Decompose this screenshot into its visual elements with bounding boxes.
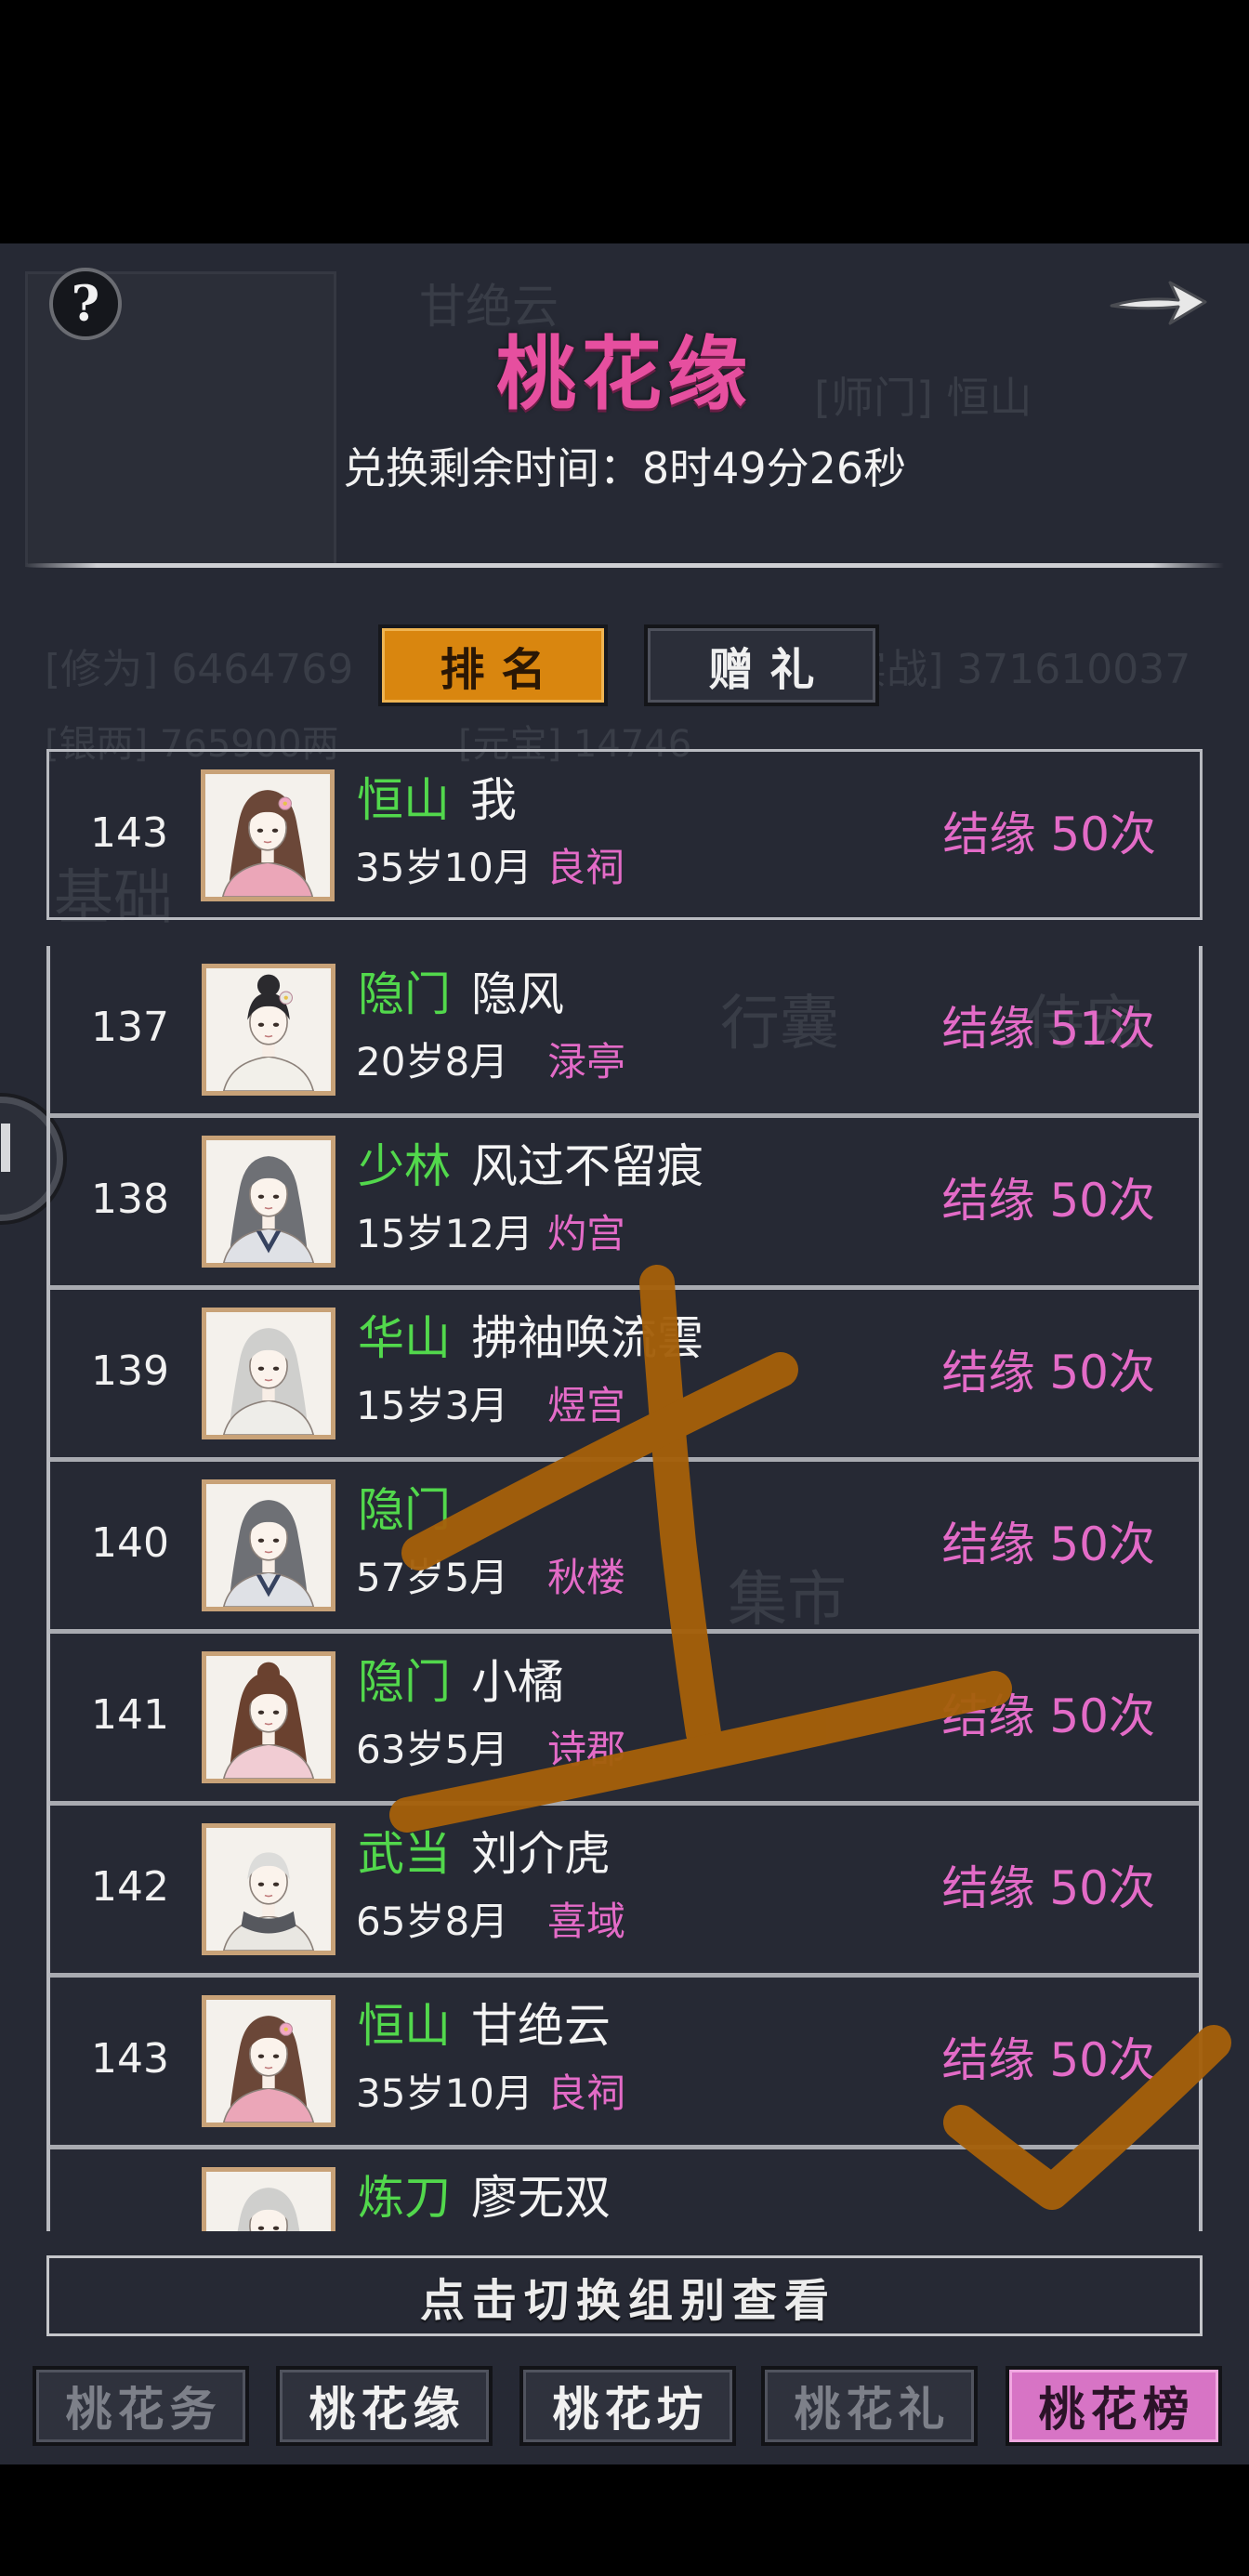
ranking-list[interactable]: 137 隐门 隐风 20岁8月 渌亭 结缘 51次 138 少林 风过不留痕 1… (46, 946, 1203, 2231)
rank-number: 143 (91, 2035, 169, 2083)
sect-label: 隐门 (358, 1655, 451, 1709)
rank-number: 140 (91, 1519, 169, 1567)
bond-count: 结缘 50次 (941, 1861, 1155, 1915)
player-name: 拂袖唤流雲 (471, 1311, 703, 1365)
nav-tab-peach-tasks[interactable]: 桃花务 (33, 2366, 249, 2446)
switch-group-button[interactable]: 点击切换组别查看 (46, 2255, 1203, 2336)
nav-tab-peach-fate[interactable]: 桃花缘 (276, 2366, 493, 2446)
rank-number: 139 (91, 1347, 169, 1395)
residence-label: 良祠 (547, 2070, 626, 2116)
residence-label: 喜域 (547, 1899, 626, 1944)
background-cultivation: [修为] 6464769 (45, 646, 354, 693)
bond-count: 结缘 50次 (941, 2033, 1155, 2087)
header-divider (25, 563, 1224, 568)
portrait-icon[interactable] (202, 1823, 335, 1955)
age-label: 35岁10月 (356, 2070, 533, 2116)
rank-number: 143 (90, 809, 168, 857)
portrait-icon[interactable] (202, 1136, 335, 1268)
bond-count: 结缘 50次 (942, 808, 1156, 861)
residence-label: 渌亭 (547, 1039, 626, 1084)
nav-tab-peach-shop[interactable]: 桃花坊 (519, 2366, 736, 2446)
sect-label: 炼刀 (358, 2171, 451, 2225)
player-name: 隐风 (471, 967, 564, 1021)
sect-label: 武当 (358, 1827, 451, 1881)
rank-number: 138 (91, 1176, 169, 1223)
portrait-icon[interactable] (202, 1651, 335, 1783)
portrait-icon[interactable] (202, 1479, 335, 1611)
age-label: 15岁3月 (356, 1383, 509, 1428)
background-combat: [实战] 371610037 (830, 646, 1191, 693)
sect-label: 隐门 (358, 967, 451, 1021)
ranking-row[interactable]: 140 隐门 57岁5月 秋楼 结缘 50次 (50, 1462, 1199, 1634)
bond-count: 结缘 50次 (941, 1518, 1155, 1571)
sect-label: 隐门 (358, 1483, 451, 1537)
residence-label: 灼宫 (547, 1211, 626, 1256)
tab-ranking[interactable]: 排名 (378, 624, 608, 706)
age-label: 15岁12月 (356, 1211, 533, 1256)
player-name: 我 (470, 773, 517, 827)
rank-number: 141 (91, 1691, 169, 1739)
player-name: 风过不留痕 (471, 1139, 703, 1193)
tab-gift[interactable]: 赠礼 (644, 624, 879, 706)
ranking-row[interactable]: 138 少林 风过不留痕 15岁12月 灼宫 结缘 50次 (50, 1118, 1199, 1290)
player-name: 刘介虎 (471, 1827, 611, 1881)
age-label: 35岁10月 (355, 845, 532, 890)
nav-tab-peach-ranking[interactable]: 桃花榜 (1006, 2366, 1222, 2446)
player-name: 廖无双 (471, 2171, 611, 2225)
nav-tab-peach-gifts[interactable]: 桃花礼 (761, 2366, 978, 2446)
portrait-icon[interactable] (201, 769, 335, 901)
ranking-row[interactable]: 炼刀 廖无双 (50, 2149, 1199, 2231)
residence-label: 秋楼 (547, 1555, 626, 1600)
rank-number: 137 (91, 1004, 169, 1051)
sect-label: 华山 (358, 1311, 451, 1365)
bond-count: 结缘 50次 (941, 1689, 1155, 1743)
ranking-row[interactable]: 142 武当 刘介虎 65岁8月 喜域 结缘 50次 (50, 1806, 1199, 1978)
ranking-row[interactable]: 143 恒山 甘绝云 35岁10月 良祠 结缘 50次 (50, 1978, 1199, 2149)
sect-label: 恒山 (358, 1999, 451, 2053)
age-label: 57岁5月 (356, 1555, 509, 1600)
bond-count: 结缘 50次 (941, 1346, 1155, 1400)
residence-label: 煜宫 (547, 1383, 626, 1428)
residence-label: 诗郡 (547, 1727, 626, 1772)
portrait-icon[interactable] (202, 964, 335, 1096)
player-name: 甘绝云 (471, 1999, 611, 2053)
ranking-row[interactable]: 141 隐门 小橘 63岁5月 诗郡 结缘 50次 (50, 1634, 1199, 1806)
sect-label: 恒山 (357, 773, 450, 827)
exchange-countdown: 兑换剩余时间：8时49分26秒 (342, 443, 907, 493)
own-ranking-row[interactable]: 143 恒山 我 35岁10月 良祠 结缘 50次 (46, 749, 1203, 920)
portrait-icon[interactable] (202, 1308, 335, 1439)
rank-number: 142 (91, 1863, 169, 1911)
residence-label: 良祠 (546, 845, 625, 890)
age-label: 20岁8月 (356, 1039, 509, 1084)
portrait-icon[interactable] (202, 1995, 335, 2127)
bond-count: 结缘 51次 (941, 1002, 1155, 1056)
sect-label: 少林 (358, 1139, 451, 1193)
age-label: 63岁5月 (356, 1727, 509, 1772)
age-label: 65岁8月 (356, 1899, 509, 1944)
ranking-row[interactable]: 139 华山 拂袖唤流雲 15岁3月 煜宫 结缘 50次 (50, 1290, 1199, 1462)
bond-count: 结缘 50次 (941, 1174, 1155, 1228)
arrow-right-icon[interactable] (1106, 273, 1210, 331)
page-title: 桃花缘 (496, 327, 753, 421)
ranking-row[interactable]: 137 隐门 隐风 20岁8月 渌亭 结缘 51次 (50, 946, 1199, 1118)
player-name: 小橘 (471, 1655, 564, 1709)
portrait-icon[interactable] (202, 2167, 335, 2231)
